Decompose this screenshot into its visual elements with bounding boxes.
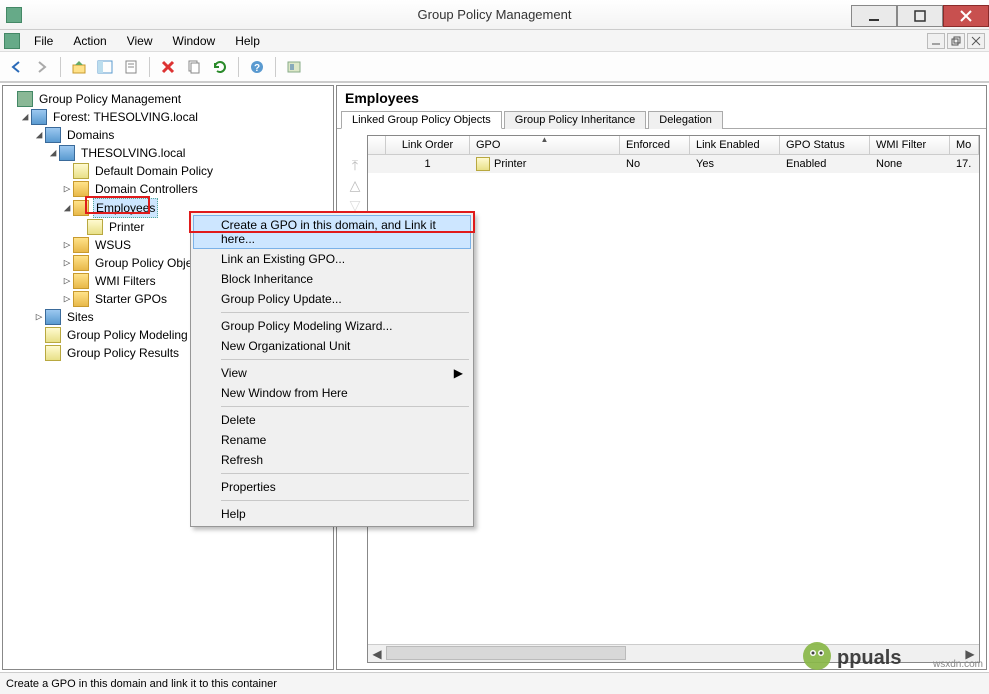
col-wmi[interactable]: WMI Filter xyxy=(870,136,950,154)
tree-root[interactable]: Group Policy Management xyxy=(5,90,331,108)
ctx-properties[interactable]: Properties xyxy=(193,477,471,497)
refresh-button[interactable] xyxy=(208,55,232,79)
menu-view[interactable]: View xyxy=(117,32,163,50)
submenu-arrow-icon: ▶ xyxy=(454,366,463,380)
ctx-link-existing[interactable]: Link an Existing GPO... xyxy=(193,249,471,269)
tree-printer-label: Printer xyxy=(107,218,146,236)
mdi-minimize-button[interactable] xyxy=(927,33,945,49)
mdi-close-button[interactable] xyxy=(967,33,985,49)
tree-forest-label: Forest: THESOLVING.local xyxy=(51,108,200,126)
tree-root-label: Group Policy Management xyxy=(37,90,183,108)
menu-action[interactable]: Action xyxy=(63,32,116,50)
move-top-button[interactable]: ⤒ xyxy=(345,155,365,175)
tree-wsus-label: WSUS xyxy=(93,236,133,254)
ctx-refresh[interactable]: Refresh xyxy=(193,450,471,470)
up-button[interactable] xyxy=(67,55,91,79)
table-row[interactable]: 1 Printer No Yes Enabled None 17. xyxy=(368,155,979,173)
context-menu: Create a GPO in this domain, and Link it… xyxy=(190,212,474,527)
cell-gpo: Printer xyxy=(494,158,526,170)
menu-bar: File Action View Window Help xyxy=(0,30,989,52)
ctx-modeling-wizard[interactable]: Group Policy Modeling Wizard... xyxy=(193,316,471,336)
watermark-text: wsxdn.com xyxy=(933,659,983,670)
tree-default-policy[interactable]: Default Domain Policy xyxy=(5,162,331,180)
tab-delegation[interactable]: Delegation xyxy=(648,111,723,129)
ctx-new-ou[interactable]: New Organizational Unit xyxy=(193,336,471,356)
col-gpo-label: GPO xyxy=(476,139,500,151)
tree-domains[interactable]: ◢Domains xyxy=(5,126,331,144)
col-enforced[interactable]: Enforced xyxy=(620,136,690,154)
ctx-delete[interactable]: Delete xyxy=(193,410,471,430)
tab-inheritance[interactable]: Group Policy Inheritance xyxy=(504,111,646,129)
mmc-icon xyxy=(4,33,20,49)
mdi-restore-button[interactable] xyxy=(947,33,965,49)
copy-button[interactable] xyxy=(182,55,206,79)
col-gpo-status[interactable]: GPO Status xyxy=(780,136,870,154)
back-button[interactable] xyxy=(4,55,28,79)
wizard-button[interactable] xyxy=(282,55,306,79)
menu-window[interactable]: Window xyxy=(163,32,226,50)
tree-starter-label: Starter GPOs xyxy=(93,290,169,308)
col-link-order[interactable]: Link Order xyxy=(386,136,470,154)
properties-button[interactable] xyxy=(119,55,143,79)
tree-sites-label: Sites xyxy=(65,308,96,326)
gpo-link-icon xyxy=(476,157,490,171)
cell-modified: 17. xyxy=(950,155,979,173)
move-up-button[interactable]: △ xyxy=(345,175,365,195)
col-gpo[interactable]: GPO▲ xyxy=(470,136,620,154)
appuals-logo: ppuals xyxy=(799,636,929,676)
tab-linked-gpo[interactable]: Linked Group Policy Objects xyxy=(341,111,502,129)
title-bar: Group Policy Management xyxy=(0,0,989,30)
cell-gpo-status: Enabled xyxy=(780,155,870,173)
tree-forest[interactable]: ◢Forest: THESOLVING.local xyxy=(5,108,331,126)
cell-link-enabled: Yes xyxy=(690,155,780,173)
forward-button[interactable] xyxy=(30,55,54,79)
window-title: Group Policy Management xyxy=(0,7,989,22)
ctx-view[interactable]: View ▶ xyxy=(193,363,471,383)
toolbar: ? xyxy=(0,52,989,82)
delete-button[interactable] xyxy=(156,55,180,79)
tree-domains-label: Domains xyxy=(65,126,116,144)
ctx-create-gpo[interactable]: Create a GPO in this domain, and Link it… xyxy=(193,215,471,249)
tree-default-policy-label: Default Domain Policy xyxy=(93,162,215,180)
detail-header: Employees xyxy=(337,86,986,110)
svg-text:ppuals: ppuals xyxy=(837,647,901,669)
ctx-rename[interactable]: Rename xyxy=(193,430,471,450)
col-modified[interactable]: Mo xyxy=(950,136,979,154)
show-hide-tree-button[interactable] xyxy=(93,55,117,79)
tree-modeling-label: Group Policy Modeling xyxy=(65,326,190,344)
cell-enforced: No xyxy=(620,155,690,173)
help-button[interactable]: ? xyxy=(245,55,269,79)
tree-employees-label: Employees xyxy=(93,198,158,218)
tree-dc-label: Domain Controllers xyxy=(93,180,200,198)
scroll-thumb[interactable] xyxy=(386,646,626,660)
tree-domain-label: THESOLVING.local xyxy=(79,144,187,162)
ctx-view-label: View xyxy=(221,366,247,380)
svg-text:?: ? xyxy=(254,63,260,74)
menu-file[interactable]: File xyxy=(24,32,63,50)
ctx-block-inheritance[interactable]: Block Inheritance xyxy=(193,269,471,289)
ctx-gp-update[interactable]: Group Policy Update... xyxy=(193,289,471,309)
tree-wmi-label: WMI Filters xyxy=(93,272,158,290)
tab-strip: Linked Group Policy Objects Group Policy… xyxy=(337,110,986,129)
ctx-new-window[interactable]: New Window from Here xyxy=(193,383,471,403)
scroll-left-button[interactable]: ◀ xyxy=(368,645,386,663)
menu-help[interactable]: Help xyxy=(225,32,270,50)
cell-order: 1 xyxy=(386,155,470,173)
cell-wmi: None xyxy=(870,155,950,173)
tree-results-label: Group Policy Results xyxy=(65,344,181,362)
status-text: Create a GPO in this domain and link it … xyxy=(6,678,277,690)
ctx-help[interactable]: Help xyxy=(193,504,471,524)
tree-domain[interactable]: ◢THESOLVING.local xyxy=(5,144,331,162)
col-link-enabled[interactable]: Link Enabled xyxy=(690,136,780,154)
tree-domain-controllers[interactable]: ▷Domain Controllers xyxy=(5,180,331,198)
